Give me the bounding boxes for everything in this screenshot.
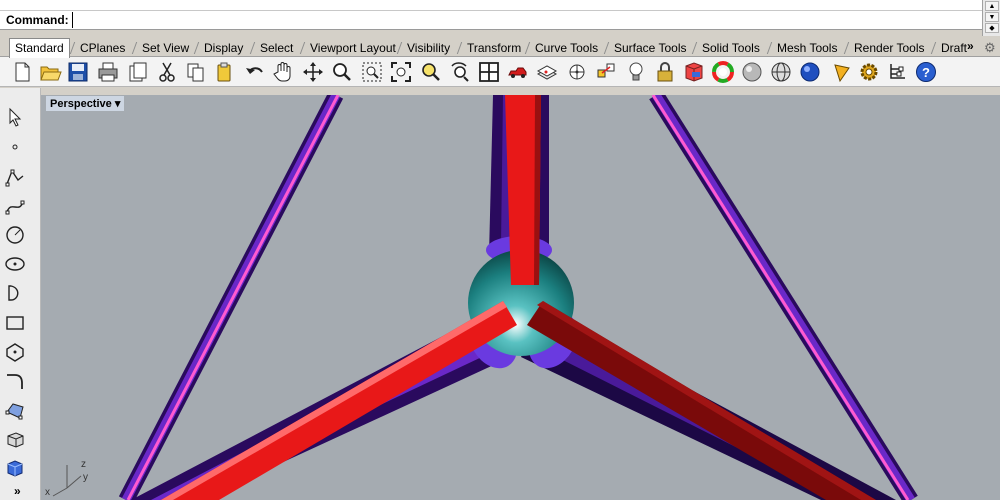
- scroll-page-icon[interactable]: ◆: [985, 23, 999, 33]
- curve-fillet-icon[interactable]: [4, 370, 26, 392]
- tab-viewport-layout[interactable]: Viewport Layout: [310, 39, 396, 57]
- tree-hierarchy-icon[interactable]: [886, 60, 910, 84]
- box-solid-icon[interactable]: [4, 457, 26, 479]
- sphere-wire-icon[interactable]: [769, 60, 793, 84]
- axis-y-label: y: [83, 472, 88, 483]
- zoom-selected-icon[interactable]: [419, 60, 443, 84]
- surface-icon[interactable]: [4, 400, 26, 422]
- tab-draft[interactable]: Draft: [941, 39, 967, 57]
- rectangle-icon[interactable]: [4, 312, 26, 334]
- extrude-icon[interactable]: [4, 428, 26, 450]
- tab-surface-tools[interactable]: Surface Tools: [614, 39, 687, 57]
- tab-render-tools[interactable]: Render Tools: [854, 39, 925, 57]
- strut-top: [505, 95, 541, 285]
- save-icon[interactable]: [66, 60, 90, 84]
- tab-transform[interactable]: Transform: [467, 39, 521, 57]
- sidebar-overflow-icon[interactable]: »: [14, 484, 21, 498]
- sphere-shaded-icon[interactable]: [740, 60, 764, 84]
- scroll-down-icon[interactable]: ▼: [985, 12, 999, 22]
- lock-icon[interactable]: [653, 60, 677, 84]
- help-icon[interactable]: ?: [914, 60, 938, 84]
- tab-standard[interactable]: Standard: [9, 38, 70, 58]
- svg-text:?: ?: [922, 65, 930, 80]
- new-file-icon[interactable]: [10, 60, 34, 84]
- viewport-title[interactable]: Perspective ▾: [46, 96, 125, 111]
- command-label: Command:: [6, 13, 69, 27]
- tab-display[interactable]: Display: [204, 39, 243, 57]
- layer-book-icon[interactable]: [682, 60, 706, 84]
- print-icon[interactable]: [96, 60, 120, 84]
- tab-select[interactable]: Select: [260, 39, 293, 57]
- tab-curve-tools[interactable]: Curve Tools: [535, 39, 598, 57]
- ellipse-icon[interactable]: [4, 253, 26, 275]
- axis-z-label: z: [81, 459, 86, 470]
- viewport-menu-icon[interactable]: ▾: [115, 98, 121, 110]
- tab-set-view[interactable]: Set View: [142, 39, 189, 57]
- pan-hand-icon[interactable]: [271, 60, 295, 84]
- cone-tool-icon[interactable]: [831, 60, 855, 84]
- left-toolbar: »: [0, 88, 41, 500]
- lightbulb-icon[interactable]: [624, 60, 648, 84]
- model-render: z y x: [45, 95, 918, 500]
- copy-icon[interactable]: [184, 60, 208, 84]
- tab-visibility[interactable]: Visibility: [407, 39, 450, 57]
- tab-mesh-tools[interactable]: Mesh Tools: [777, 39, 837, 57]
- command-history: [0, 0, 982, 11]
- zoom-window-icon[interactable]: [360, 60, 384, 84]
- command-input[interactable]: [71, 12, 952, 28]
- arc-icon[interactable]: [4, 282, 26, 304]
- rotate-view-icon[interactable]: [301, 60, 325, 84]
- zoom-extents-icon[interactable]: [389, 60, 413, 84]
- strut-right: [527, 301, 876, 500]
- command-line: Command:: [0, 11, 982, 30]
- tabs-settings-gear-icon[interactable]: ⚙: [984, 40, 996, 56]
- cut-icon[interactable]: [155, 60, 179, 84]
- open-folder-icon[interactable]: [38, 60, 62, 84]
- world-axes-gizmo: z y x: [45, 459, 88, 498]
- tab-solid-tools[interactable]: Solid Tools: [702, 39, 760, 57]
- zoom-icon[interactable]: [330, 60, 354, 84]
- color-wheel-icon[interactable]: [711, 60, 735, 84]
- select-arrow-icon[interactable]: [4, 106, 26, 128]
- axis-x-label: x: [45, 487, 50, 498]
- four-viewports-icon[interactable]: [477, 60, 501, 84]
- osnap-icon[interactable]: [594, 60, 618, 84]
- layers-icon[interactable]: [535, 60, 559, 84]
- car-icon[interactable]: [506, 60, 530, 84]
- scroll-up-icon[interactable]: ▲: [985, 1, 999, 11]
- polygon-icon[interactable]: [4, 341, 26, 363]
- undo-icon[interactable]: [243, 60, 267, 84]
- polyline-icon[interactable]: [4, 166, 26, 188]
- perspective-viewport[interactable]: Perspective ▾ z y x: [41, 95, 1000, 500]
- tab-cplanes[interactable]: CPlanes: [80, 39, 125, 57]
- toolbar-tabs: Standard CPlanes Set View Display Select…: [0, 37, 1000, 58]
- sphere-render-icon[interactable]: [798, 60, 822, 84]
- tabs-overflow-icon[interactable]: »: [967, 39, 974, 53]
- curve-icon[interactable]: [4, 196, 26, 218]
- standard-toolbar: ?: [0, 57, 1000, 87]
- paste-icon[interactable]: [212, 60, 236, 84]
- gear-settings-icon[interactable]: [857, 60, 881, 84]
- rhino-window: Command: ▲ ▼ ◆ Standard CPlanes Set View…: [0, 0, 1000, 500]
- point-icon[interactable]: [4, 136, 26, 158]
- command-scrollbar[interactable]: ▲ ▼ ◆: [982, 0, 1000, 36]
- grid-snap-icon[interactable]: [565, 60, 589, 84]
- zoom-dynamic-icon[interactable]: [448, 60, 472, 84]
- circle-icon[interactable]: [4, 224, 26, 246]
- import-icon[interactable]: [126, 60, 150, 84]
